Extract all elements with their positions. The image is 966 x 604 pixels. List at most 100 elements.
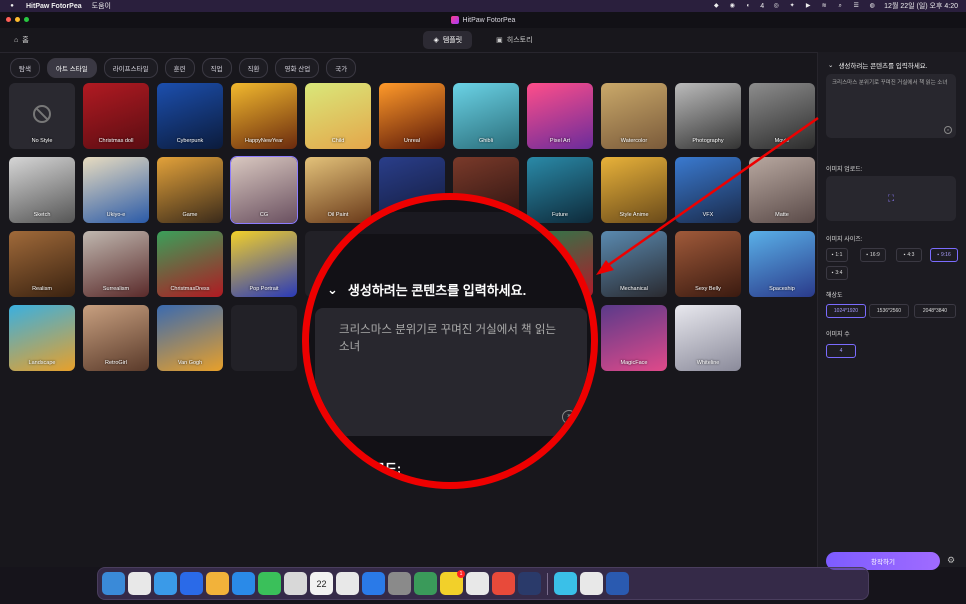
tab-history[interactable]: ▣ 히스토리 xyxy=(486,31,542,49)
style-tile-label: Watercolor xyxy=(620,138,648,144)
status-icon-3[interactable]: ◐ xyxy=(744,3,752,10)
apple-icon[interactable]: ● xyxy=(8,3,16,10)
dock-app-icon[interactable] xyxy=(180,572,203,595)
clear-icon[interactable]: × xyxy=(944,126,952,134)
category-tab-7[interactable]: 국가 xyxy=(326,58,357,78)
style-tile[interactable]: Spaceship xyxy=(749,231,815,297)
dock-app-icon[interactable] xyxy=(206,572,229,595)
resolution-option-3[interactable]: 2048*3840 xyxy=(914,304,956,318)
style-tile[interactable]: HappyNewYear xyxy=(231,83,297,149)
style-tile[interactable]: Pixel Art xyxy=(527,83,593,149)
dock-app-icon[interactable] xyxy=(388,572,411,595)
style-tile[interactable]: Sexy Belly xyxy=(675,231,741,297)
image-count-input[interactable]: 4 xyxy=(826,344,856,358)
category-tab-3[interactable]: 훈련 xyxy=(164,58,195,78)
size-option-3-4[interactable]: ▪ 3:4 xyxy=(826,266,848,280)
size-option-4-3[interactable]: ▪ 4:3 xyxy=(896,248,922,262)
category-tab-0[interactable]: 탐색 xyxy=(10,58,40,78)
status-icon-5[interactable]: ✦ xyxy=(788,3,796,10)
style-tile-label: Game xyxy=(182,212,198,218)
style-tile[interactable]: Van Gogh xyxy=(157,305,223,371)
style-tile[interactable] xyxy=(231,305,297,371)
style-tile[interactable]: Whiteline xyxy=(675,305,741,371)
size-option-1-1[interactable]: ▪ 1:1 xyxy=(826,248,848,262)
close-window-button[interactable] xyxy=(6,17,11,22)
style-tile[interactable]: Photography xyxy=(675,83,741,149)
size-label-5: 3:4 xyxy=(835,270,843,276)
style-tile[interactable]: Game xyxy=(157,157,223,223)
style-tile-label: Surrealism xyxy=(102,286,130,292)
dock-app-icon[interactable] xyxy=(518,572,541,595)
style-tile[interactable]: Surrealism xyxy=(83,231,149,297)
style-tile[interactable]: Ukiyo-e xyxy=(83,157,149,223)
dock-app-icon[interactable] xyxy=(232,572,255,595)
style-tile[interactable]: Sketch xyxy=(9,157,75,223)
style-tile-label: Christmas doll xyxy=(98,138,134,144)
status-icon-4[interactable]: ◎ xyxy=(772,3,780,10)
prompt-section-title[interactable]: ⌄ 생성하려는 콘텐츠를 입력하세요. xyxy=(828,60,928,70)
style-tile[interactable]: Landscape xyxy=(9,305,75,371)
style-tile[interactable]: Style Anime xyxy=(601,157,667,223)
image-upload-button[interactable]: ⛶ xyxy=(826,176,956,221)
style-tile[interactable]: Realism xyxy=(9,231,75,297)
style-tile[interactable]: MagicFace xyxy=(601,305,667,371)
style-tile[interactable]: No Style xyxy=(9,83,75,149)
search-icon[interactable]: ⌕ xyxy=(836,3,844,10)
control-center-icon[interactable]: ☰ xyxy=(852,3,860,10)
status-badge-count[interactable]: 4 xyxy=(760,3,764,10)
gear-icon[interactable]: ⚙ xyxy=(946,555,956,565)
style-tile[interactable]: VFX xyxy=(675,157,741,223)
resolution-option-2[interactable]: 1536*2560 xyxy=(869,304,909,318)
status-icon-2[interactable]: ◉ xyxy=(728,3,736,10)
style-tile[interactable]: Christmas doll xyxy=(83,83,149,149)
category-tab-4[interactable]: 직업 xyxy=(201,58,232,78)
dock-app-icon[interactable] xyxy=(554,572,577,595)
dock-app-icon[interactable] xyxy=(362,572,385,595)
siri-icon[interactable]: ◍ xyxy=(868,3,876,10)
dock-app-icon[interactable] xyxy=(284,572,307,595)
style-tile[interactable]: Unreal xyxy=(379,83,445,149)
dock-app-icon[interactable] xyxy=(154,572,177,595)
style-tile[interactable]: Mechanical xyxy=(601,231,667,297)
menubar-help[interactable]: 도움이 xyxy=(92,1,111,11)
category-tab-5[interactable]: 직환 xyxy=(238,58,269,78)
wifi-icon[interactable]: ≋ xyxy=(820,3,828,10)
play-icon[interactable]: ▶ xyxy=(804,3,812,10)
dock-app-icon[interactable] xyxy=(414,572,437,595)
style-tile[interactable]: Movie xyxy=(749,83,815,149)
minimize-window-button[interactable] xyxy=(15,17,20,22)
style-tile[interactable]: CG xyxy=(230,156,298,224)
prompt-input[interactable]: 크리스마스 분위기로 꾸며진 거실에서 책 읽는 소녀 × xyxy=(826,74,956,138)
style-tile[interactable]: Ghibli xyxy=(453,83,519,149)
menubar-clock[interactable]: 12월 22일 (일) 오후 4:20 xyxy=(884,1,958,11)
style-tile[interactable]: RetroGirl xyxy=(83,305,149,371)
style-tile-label: ChristmasDress xyxy=(170,286,210,292)
style-tile[interactable]: Matte xyxy=(749,157,815,223)
home-button[interactable]: ⌂ 홈 xyxy=(14,35,29,45)
dock-app-icon[interactable] xyxy=(336,572,359,595)
calendar-app-icon[interactable]: 22 xyxy=(310,572,333,595)
category-tab-6[interactable]: 영화 산업 xyxy=(275,58,320,78)
dock-app-icon[interactable] xyxy=(128,572,151,595)
category-tab-1[interactable]: 아트 스타일 xyxy=(46,58,97,78)
tab-templates[interactable]: ◈ 템플릿 xyxy=(423,31,473,49)
dock-app-icon[interactable] xyxy=(492,572,515,595)
style-tile[interactable]: ChristmasDress xyxy=(157,231,223,297)
category-tab-2[interactable]: 라이프스타일 xyxy=(103,58,158,78)
dock-app-icon[interactable] xyxy=(466,572,489,595)
style-tile[interactable]: Pop Portrait xyxy=(231,231,297,297)
style-tile[interactable]: Cyberpunk xyxy=(157,83,223,149)
dock-app-icon[interactable] xyxy=(102,572,125,595)
dock-app-icon[interactable]: 1 xyxy=(440,570,465,595)
menubar-app-name[interactable]: HitPaw FotorPea xyxy=(26,3,82,10)
dock-app-icon[interactable] xyxy=(258,572,281,595)
style-tile[interactable]: Child xyxy=(305,83,371,149)
dock-app-icon[interactable] xyxy=(580,572,603,595)
size-option-9-16[interactable]: ▪ 9:16 xyxy=(930,248,958,262)
status-icon-1[interactable]: ◆ xyxy=(712,3,720,10)
style-tile[interactable]: Watercolor xyxy=(601,83,667,149)
maximize-window-button[interactable] xyxy=(24,17,29,22)
size-option-16-9[interactable]: ▪ 16:9 xyxy=(860,248,886,262)
resolution-option-1[interactable]: 1024*1920 xyxy=(826,304,866,318)
dock-app-icon[interactable] xyxy=(606,572,629,595)
